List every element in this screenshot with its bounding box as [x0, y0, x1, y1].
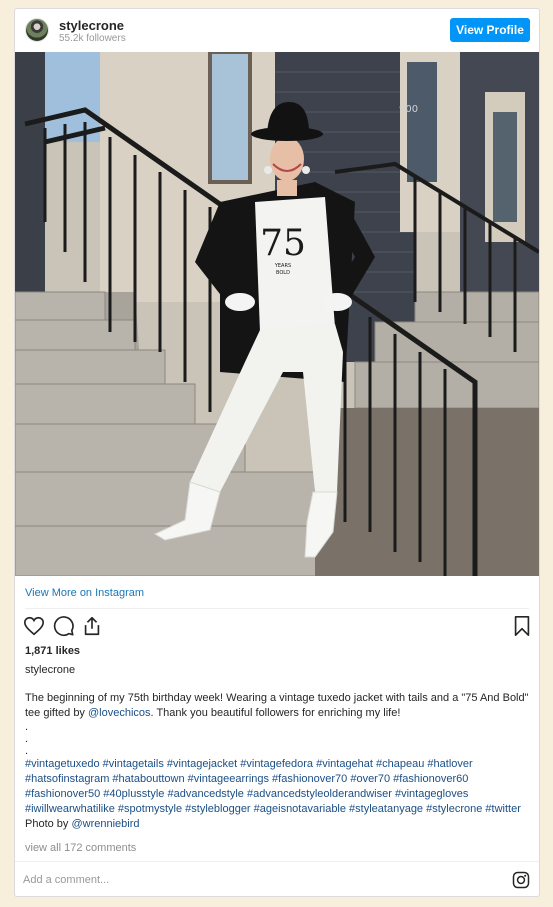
divider — [25, 608, 529, 609]
view-all-comments-link[interactable]: view all 172 comments — [25, 842, 136, 854]
caption-hashtags: #vintagetuxedo #vintagetails #vintagejac… — [25, 757, 531, 832]
photographer-link[interactable]: @wrenniebird — [71, 818, 139, 830]
svg-text:75: 75 — [260, 223, 306, 264]
instagram-logo-icon[interactable] — [512, 871, 530, 889]
mention-link[interactable]: @lovechicos — [88, 707, 151, 719]
view-more-on-instagram-link[interactable]: View More on Instagram — [25, 587, 144, 599]
post-owner-username[interactable]: stylecrone — [25, 664, 75, 676]
heart-icon[interactable] — [23, 615, 45, 637]
photo-credit-text: Photo by — [25, 818, 72, 830]
hashtag-list[interactable]: #vintagetuxedo #vintagetails #vintagejac… — [25, 758, 521, 815]
caption-text: The beginning of my 75th birthday week! … — [25, 691, 531, 721]
caption-dot: . — [25, 745, 29, 757]
svg-text:900: 900 — [399, 104, 418, 115]
instagram-embed-card: stylecrone 55.2k followers View Profile — [14, 8, 540, 897]
avatar[interactable] — [25, 18, 49, 42]
follower-count: 55.2k followers — [59, 33, 126, 44]
post-header: stylecrone 55.2k followers View Profile — [15, 9, 539, 52]
like-count[interactable]: 1,871 likes — [25, 645, 80, 657]
post-caption: The beginning of my 75th birthday week! … — [25, 691, 531, 832]
add-comment-bar — [15, 861, 539, 896]
svg-text:YEARS: YEARS — [274, 263, 291, 269]
bookmark-icon[interactable] — [511, 615, 533, 637]
comment-icon[interactable] — [53, 615, 75, 637]
action-bar — [23, 615, 531, 639]
caption-text-after: . Thank you beautiful followers for enri… — [150, 707, 401, 719]
caption-dot: . — [25, 721, 29, 733]
svg-text:BOLD: BOLD — [276, 270, 290, 276]
post-photo[interactable]: 75 YEARS BOLD 900 — [15, 52, 539, 576]
add-comment-input[interactable] — [23, 871, 493, 889]
header-username[interactable]: stylecrone — [59, 18, 124, 33]
caption-dot: . — [25, 733, 29, 745]
share-icon[interactable] — [81, 615, 103, 637]
view-profile-button[interactable]: View Profile — [450, 18, 530, 42]
